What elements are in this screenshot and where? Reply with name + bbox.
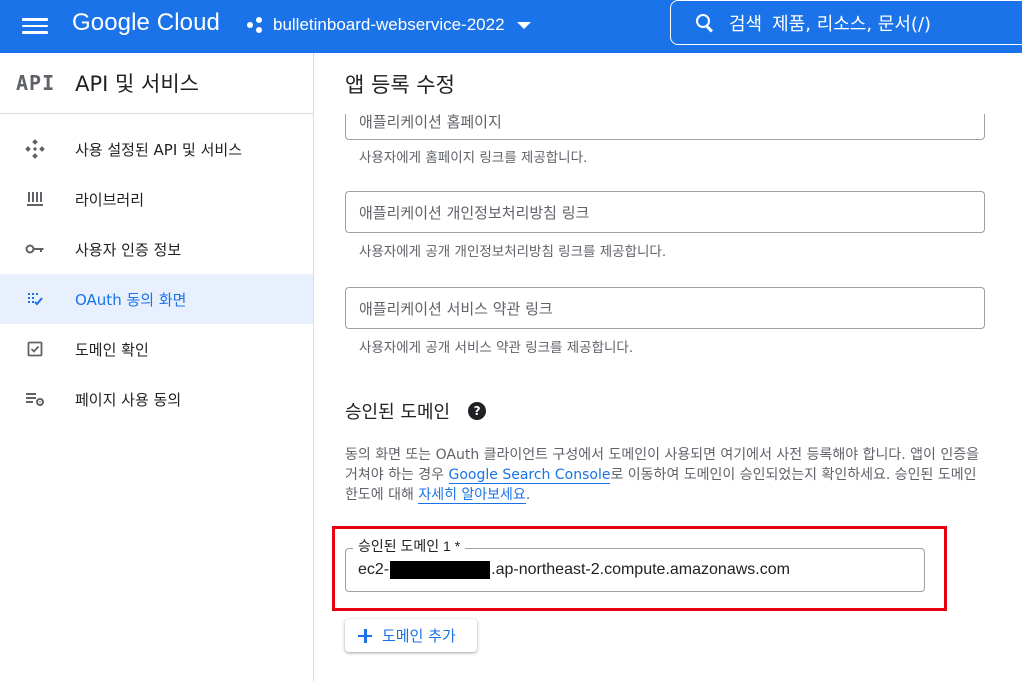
chevron-down-icon <box>516 21 531 29</box>
oauth-consent-icon <box>24 288 46 310</box>
sidebar-item-oauth-consent[interactable]: OAuth 동의 화면 <box>0 274 313 324</box>
key-icon <box>24 238 46 260</box>
sidebar-item-credentials[interactable]: 사용자 인증 정보 <box>0 224 313 274</box>
authorized-domain-1-value: ec2- .ap-northeast-2.compute.amazonaws.co… <box>358 561 790 579</box>
domain-prefix: ec2- <box>358 561 390 578</box>
add-domain-label: 도메인 추가 <box>382 627 456 645</box>
search-icon <box>695 13 715 33</box>
authorized-domain-1-label: 승인된 도메인 1 * <box>353 536 466 556</box>
terms-of-service-input[interactable]: 애플리케이션 서비스 약관 링크 <box>345 287 985 329</box>
terms-of-service-helper: 사용자에게 공개 서비스 약관 링크를 제공합니다. <box>359 340 634 356</box>
sidebar-item-library[interactable]: 라이브러리 <box>0 174 313 224</box>
domain-suffix: .ap-northeast-2.compute.amazonaws.com <box>491 561 790 578</box>
sidebar-title: API 및 서비스 <box>75 72 199 96</box>
sidebar-item-label: 페이지 사용 동의 <box>75 390 182 409</box>
sidebar: API API 및 서비스 사용 설정된 API 및 서비스 라이브러리 사용자… <box>0 53 314 681</box>
help-icon[interactable]: ? <box>468 402 487 420</box>
search-hint: 제품, 리소스, 문서(/) <box>772 13 932 35</box>
library-icon <box>24 188 46 210</box>
hamburger-menu-icon[interactable] <box>22 14 48 38</box>
sidebar-item-page-usage-consent[interactable]: 페이지 사용 동의 <box>0 374 313 424</box>
terms-of-service-placeholder: 애플리케이션 서비스 약관 링크 <box>359 299 553 318</box>
page-settings-icon <box>24 388 46 410</box>
sidebar-item-label: 도메인 확인 <box>75 340 149 359</box>
search-bar[interactable]: 검색 제품, 리소스, 문서(/) <box>670 0 1022 45</box>
sidebar-header: API API 및 서비스 <box>0 53 313 114</box>
project-name: bulletinboard-webservice-2022 <box>273 15 505 34</box>
main-content: 앱 등록 수정 애플리케이션 홈페이지 사용자에게 홈페이지 링크를 제공합니다… <box>315 53 1022 681</box>
checkbox-icon <box>24 338 46 360</box>
redaction-bar <box>390 561 491 579</box>
search-console-link[interactable]: Google Search Console <box>448 467 611 484</box>
sidebar-item-label: 사용자 인증 정보 <box>75 240 182 259</box>
project-selector[interactable]: bulletinboard-webservice-2022 <box>246 12 531 38</box>
authorized-domains-title: 승인된 도메인 ? <box>345 398 487 424</box>
search-label: 검색 <box>729 13 763 35</box>
sidebar-item-label: OAuth 동의 화면 <box>75 290 187 309</box>
page-title: 앱 등록 수정 <box>345 72 455 97</box>
main-header: 앱 등록 수정 <box>315 53 1022 114</box>
google-cloud-logo[interactable]: Google Cloud <box>72 9 220 37</box>
desc-text-3: . <box>525 487 531 503</box>
project-dots-icon <box>246 15 266 35</box>
api-logo-icon: API <box>16 71 56 95</box>
top-app-bar: Google Cloud bulletinboard-webservice-20… <box>0 0 1022 53</box>
app-homepage-input[interactable]: 애플리케이션 홈페이지 <box>345 114 985 140</box>
sidebar-item-label: 사용 설정된 API 및 서비스 <box>75 140 243 159</box>
app-homepage-placeholder: 애플리케이션 홈페이지 <box>359 114 502 131</box>
sidebar-item-label: 라이브러리 <box>75 190 145 209</box>
add-domain-button[interactable]: 도메인 추가 <box>345 619 477 652</box>
authorized-domains-description: 동의 화면 또는 OAuth 클라이언트 구성에서 도메인이 사용되면 여기에서… <box>345 445 990 505</box>
privacy-policy-input[interactable]: 애플리케이션 개인정보처리방침 링크 <box>345 191 985 233</box>
privacy-policy-placeholder: 애플리케이션 개인정보처리방침 링크 <box>359 203 590 222</box>
enabled-apis-icon <box>24 138 46 160</box>
privacy-policy-helper: 사용자에게 공개 개인정보처리방침 링크를 제공합니다. <box>359 244 667 260</box>
sidebar-item-domain-verification[interactable]: 도메인 확인 <box>0 324 313 374</box>
sidebar-nav: 사용 설정된 API 및 서비스 라이브러리 사용자 인증 정보 OAuth 동… <box>0 124 313 424</box>
app-homepage-helper: 사용자에게 홈페이지 링크를 제공합니다. <box>359 150 588 166</box>
sidebar-item-enabled-apis[interactable]: 사용 설정된 API 및 서비스 <box>0 124 313 174</box>
learn-more-link[interactable]: 자세히 알아보세요 <box>418 487 526 504</box>
form-scroll-area[interactable]: 애플리케이션 홈페이지 사용자에게 홈페이지 링크를 제공합니다. 애플리케이션… <box>315 114 1022 681</box>
authorized-domains-heading: 승인된 도메인 <box>345 402 451 423</box>
plus-icon <box>358 628 372 643</box>
